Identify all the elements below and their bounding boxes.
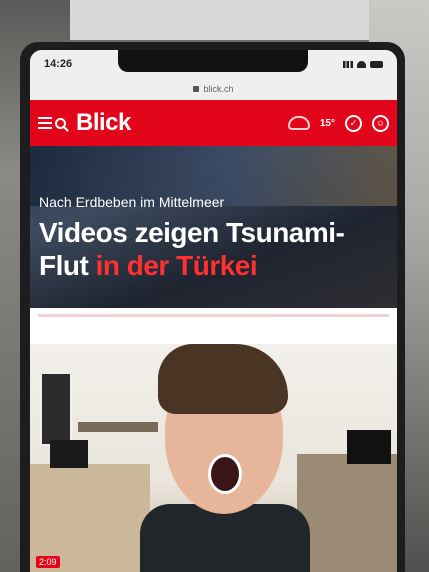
headline-red: in der Türkei bbox=[95, 250, 258, 281]
video-duration-badge: 2:09 bbox=[36, 556, 60, 568]
status-time: 14:26 bbox=[44, 58, 73, 70]
hero-headline[interactable]: Videos zeigen Tsunami-Flut in der Türkei bbox=[39, 216, 387, 282]
site-logo[interactable]: Blick bbox=[76, 109, 131, 137]
hero-article[interactable]: Nach Erdbeben im Mittelmeer Videos zeige… bbox=[30, 146, 397, 308]
status-icons bbox=[343, 60, 383, 68]
monitor-left bbox=[50, 440, 88, 468]
status-bar: 14:26 bbox=[30, 50, 397, 78]
person-hair bbox=[158, 344, 288, 414]
url-text: blick.ch bbox=[203, 84, 234, 94]
phone-screen: 14:26 blick.ch Blick 15° ✓ ☺ Nach Erdbeb… bbox=[30, 50, 397, 572]
monitor-right bbox=[347, 430, 391, 464]
menu-icon[interactable] bbox=[38, 117, 52, 129]
signal-icon bbox=[343, 60, 353, 68]
person-body bbox=[140, 504, 310, 572]
wifi-icon bbox=[357, 60, 366, 68]
shelf bbox=[78, 422, 158, 432]
battery-icon bbox=[370, 60, 383, 68]
badge-icon[interactable]: ✓ bbox=[345, 114, 362, 132]
person-mouth bbox=[208, 454, 242, 494]
phone-frame: 14:26 blick.ch Blick 15° ✓ ☺ Nach Erdbeb… bbox=[20, 42, 405, 572]
site-header: Blick 15° ✓ ☺ bbox=[30, 100, 397, 146]
url-bar[interactable]: blick.ch bbox=[30, 78, 397, 100]
profile-icon[interactable]: ☺ bbox=[372, 114, 389, 132]
desk-right bbox=[297, 454, 397, 572]
notch bbox=[118, 50, 308, 72]
wall-poster bbox=[40, 372, 72, 446]
hero-kicker: Nach Erdbeben im Mittelmeer bbox=[39, 194, 225, 210]
search-icon[interactable] bbox=[55, 117, 66, 129]
header-actions: 15° ✓ ☺ bbox=[287, 114, 389, 132]
weather-icon[interactable] bbox=[287, 116, 310, 130]
article-photo[interactable]: 2:09 bbox=[30, 344, 397, 572]
article-separator bbox=[30, 308, 397, 344]
lock-icon bbox=[193, 86, 200, 92]
temperature[interactable]: 15° bbox=[320, 118, 335, 129]
